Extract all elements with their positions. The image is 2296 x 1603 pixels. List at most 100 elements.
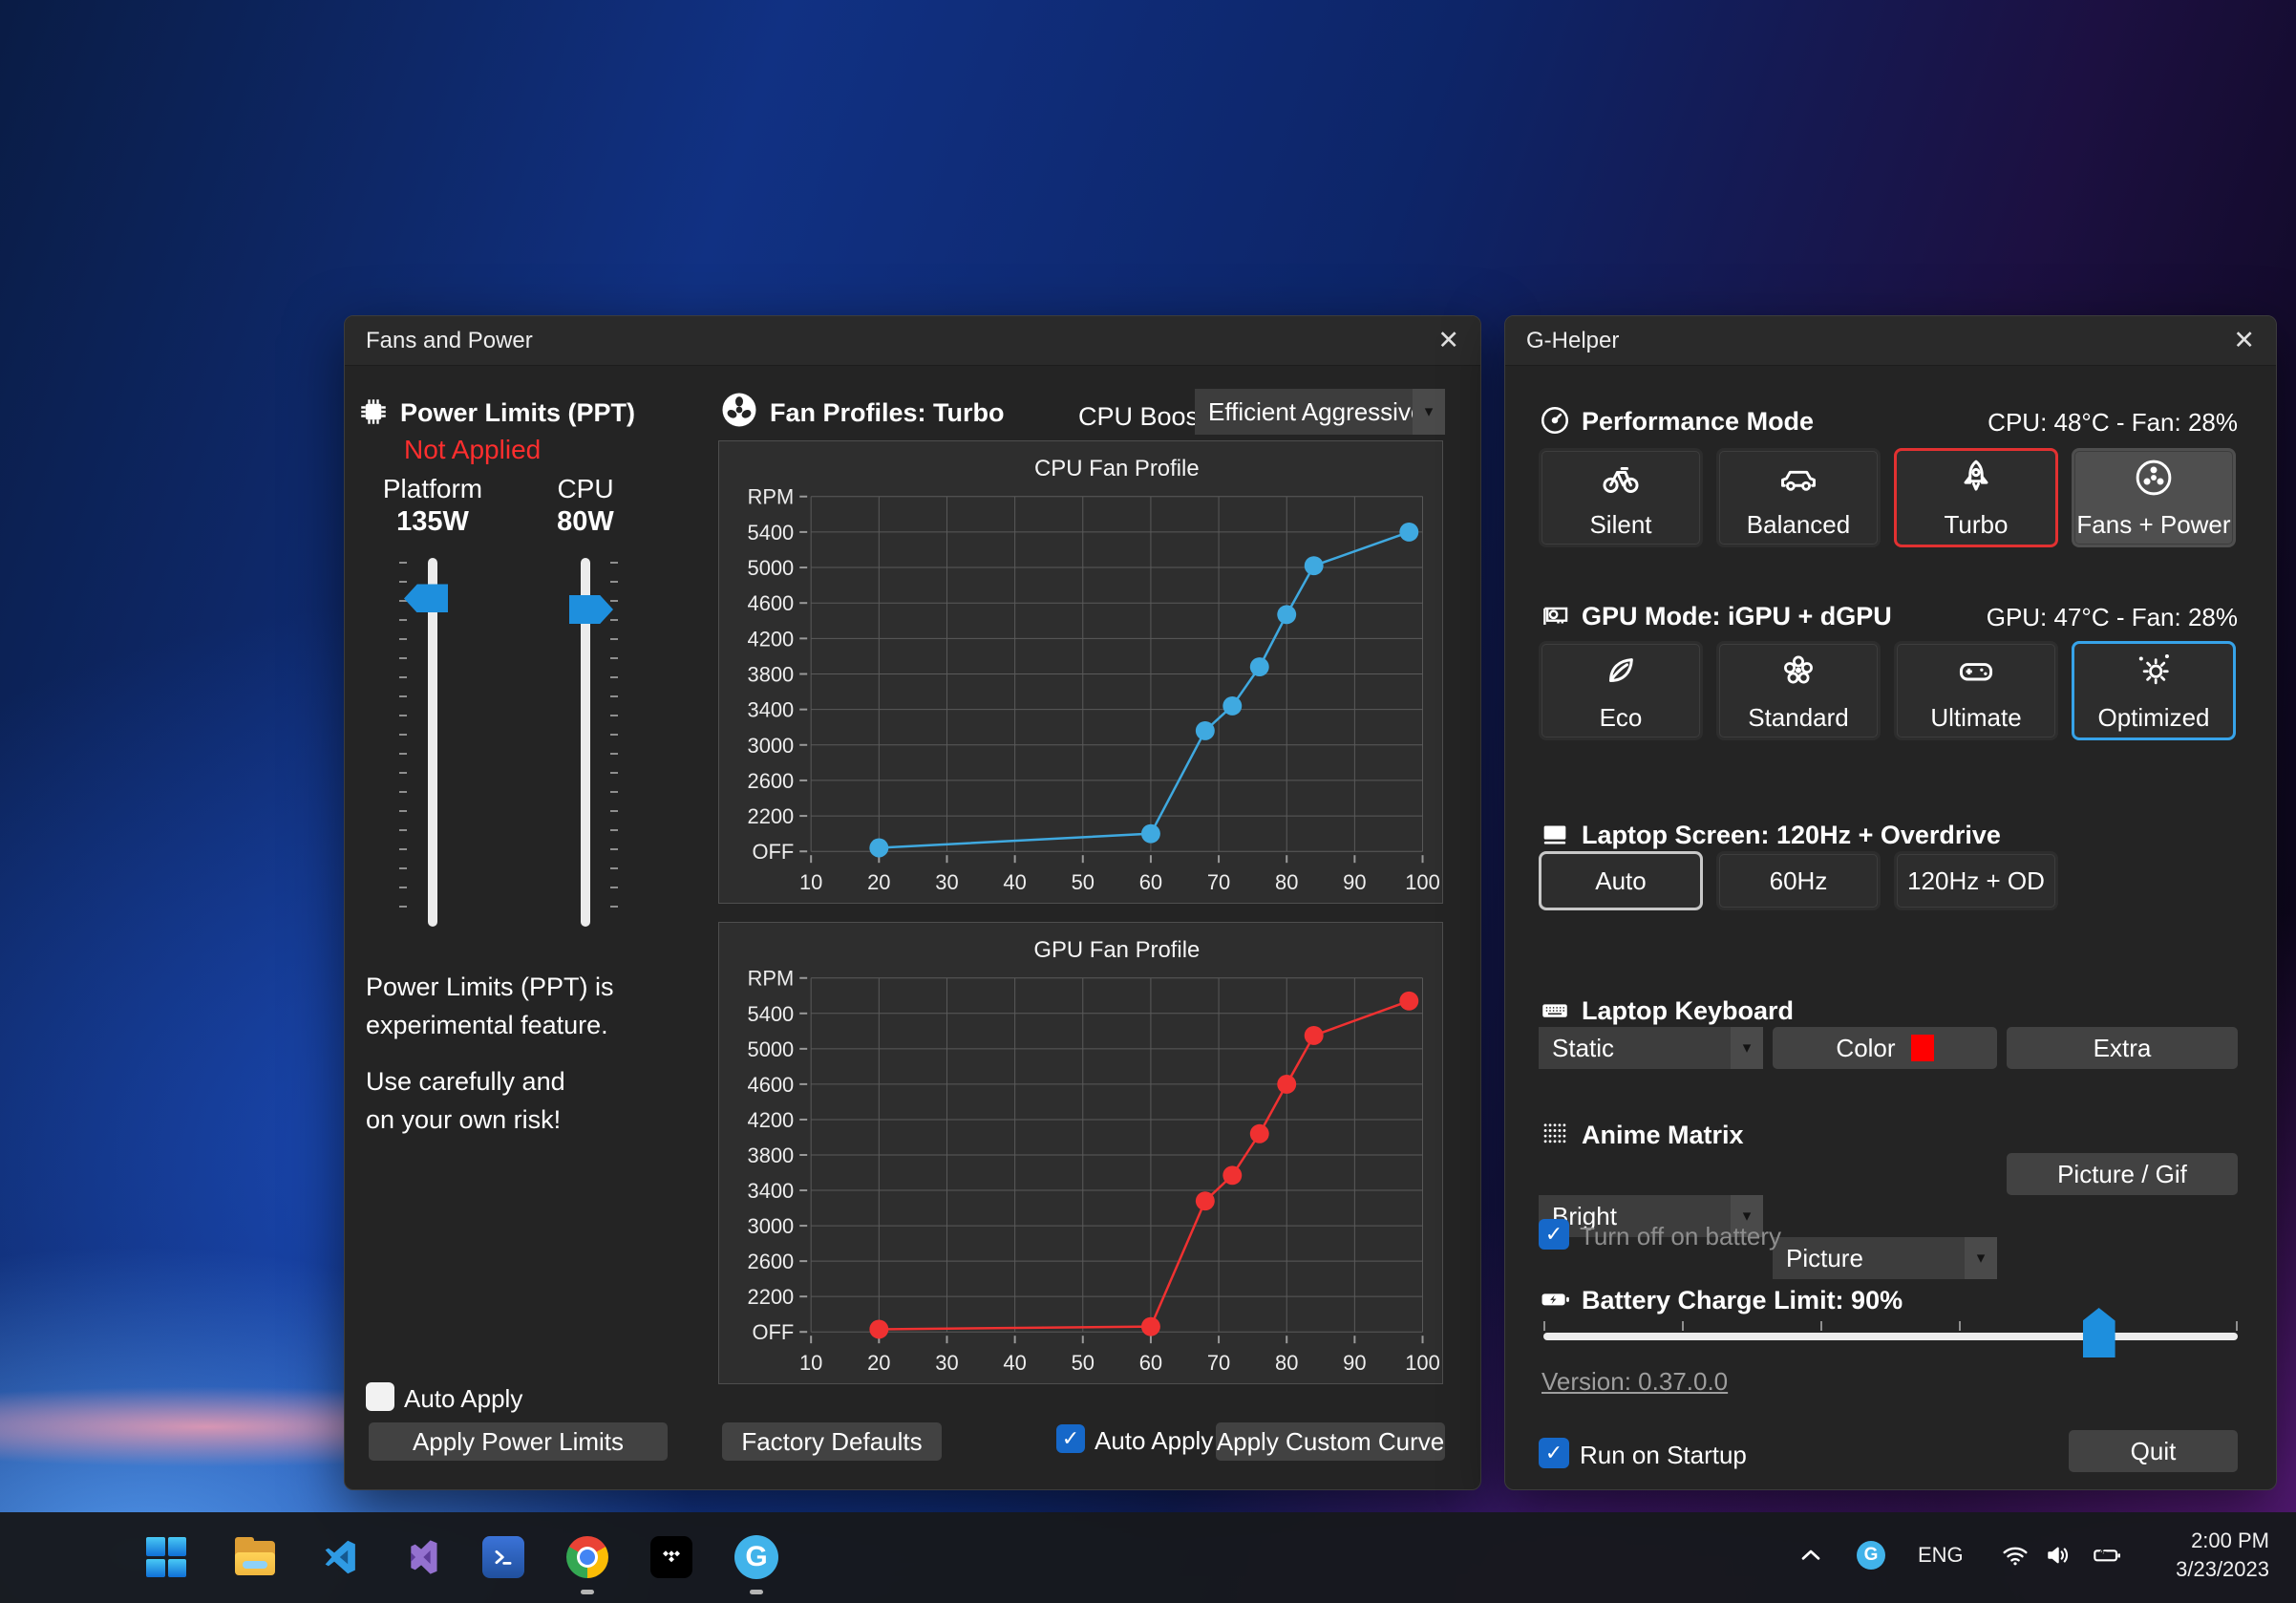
svg-text:RPM: RPM	[748, 967, 795, 991]
keyboard-icon	[1539, 994, 1571, 1026]
tray-language-label[interactable]: ENG	[1918, 1543, 1964, 1568]
matrix-battery-checkbox[interactable]: ✓	[1539, 1219, 1569, 1250]
platform-slider-track[interactable]	[428, 558, 437, 927]
keyboard-color-button[interactable]: Color	[1773, 1027, 1997, 1069]
close-icon[interactable]: ✕	[1437, 328, 1459, 353]
close-icon[interactable]: ✕	[2233, 328, 2255, 353]
svg-text:5400: 5400	[748, 521, 795, 545]
optimized-icon	[2133, 650, 2175, 692]
gpu-mode-button-standard[interactable]: Standard	[1716, 641, 1881, 740]
fans-window-titlebar[interactable]: Fans and Power ✕	[345, 316, 1480, 366]
matrix-running-select[interactable]: Picture ▾	[1773, 1237, 1997, 1279]
mode-button-balanced[interactable]: Balanced	[1716, 448, 1881, 547]
power-limits-note-2: Use carefully and on your own risk!	[366, 1062, 691, 1139]
gpu-mode-button-eco[interactable]: Eco	[1539, 641, 1703, 740]
bicycle-icon	[1600, 457, 1642, 499]
power-limits-note-1: Power Limits (PPT) is experimental featu…	[366, 968, 691, 1044]
cpu-chip-icon	[356, 395, 391, 429]
power-auto-apply-checkbox[interactable]	[366, 1382, 394, 1411]
platform-slider-ticks	[399, 562, 407, 923]
keyboard-extra-button[interactable]: Extra	[2007, 1027, 2238, 1069]
tidal-icon	[650, 1536, 692, 1578]
tray-clock[interactable]: 2:00 PM 3/23/2023	[2176, 1527, 2269, 1584]
screen-option-auto[interactable]: Auto	[1539, 851, 1703, 910]
cpu-boost-select[interactable]: Efficient Aggressive ▾	[1195, 389, 1445, 435]
tile-label: Fans + Power	[2076, 510, 2230, 540]
tray-ghelper-icon[interactable]: G	[1857, 1541, 1885, 1570]
platform-slider-handle[interactable]	[404, 584, 448, 612]
run-on-startup-checkbox[interactable]: ✓	[1539, 1438, 1569, 1468]
svg-text:90: 90	[1343, 1351, 1366, 1375]
gpu-card-icon	[1539, 599, 1571, 631]
cpu-boost-label: CPU Boost	[1078, 402, 1206, 432]
svg-text:3000: 3000	[748, 1214, 795, 1238]
battery-icon	[1539, 1283, 1571, 1315]
cpu-slider-ticks	[610, 562, 618, 923]
chevron-down-icon[interactable]: ▾	[1965, 1237, 1997, 1279]
battery-charging-icon[interactable]	[2090, 1540, 2124, 1571]
battery-slider-track[interactable]	[1543, 1333, 2238, 1340]
chevron-down-icon[interactable]: ▾	[1413, 389, 1445, 435]
wifi-icon[interactable]	[2000, 1540, 2030, 1571]
svg-text:70: 70	[1207, 1351, 1230, 1375]
mode-button-turbo[interactable]: Turbo	[1894, 448, 2058, 547]
keyboard-mode-select[interactable]: Static ▾	[1539, 1027, 1763, 1069]
factory-defaults-button[interactable]: Factory Defaults	[722, 1422, 942, 1461]
version-link[interactable]: Version: 0.37.0.0	[1541, 1367, 1728, 1397]
rocket-icon	[1955, 457, 1997, 499]
mode-button-fans-power[interactable]: Fans + Power	[2072, 448, 2236, 547]
visual-studio-icon	[400, 1535, 444, 1579]
screen-option-120hz-od[interactable]: 120Hz + OD	[1894, 851, 2058, 910]
taskbar-vscode-button[interactable]	[308, 1527, 370, 1588]
vscode-icon	[317, 1535, 361, 1579]
matrix-picture-gif-button[interactable]: Picture / Gif	[2007, 1153, 2238, 1195]
chevron-down-icon[interactable]: ▾	[1731, 1027, 1763, 1069]
svg-text:3800: 3800	[748, 1143, 795, 1167]
tile-label: Auto	[1595, 866, 1647, 896]
quit-button[interactable]: Quit	[2069, 1430, 2238, 1472]
gpu-fan-chart-panel[interactable]: 102030405060708090100OFF2200260030003400…	[718, 922, 1443, 1384]
speaker-icon[interactable]	[2044, 1540, 2074, 1571]
screen-option-60hz[interactable]: 60Hz	[1716, 851, 1881, 910]
gpu-mode-button-ultimate[interactable]: Ultimate	[1894, 641, 2058, 740]
anime-matrix-icon	[1539, 1118, 1571, 1150]
cpu-slider-handle[interactable]	[569, 595, 613, 624]
battery-slider-handle[interactable]	[2083, 1308, 2115, 1357]
svg-text:100: 100	[1405, 870, 1440, 894]
svg-text:2600: 2600	[748, 769, 795, 793]
platform-label: Platform	[375, 474, 490, 504]
gpu-mode-button-optimized[interactable]: Optimized	[2072, 641, 2236, 740]
gpu-temp-status: GPU: 47°C - Fan: 28%	[1987, 603, 2238, 632]
tile-label: Eco	[1600, 703, 1643, 733]
flower-icon	[1777, 650, 1819, 692]
tray-chevron-up-icon[interactable]	[1796, 1540, 1826, 1571]
taskbar-ghelper-button[interactable]: G	[726, 1527, 787, 1588]
svg-text:90: 90	[1343, 870, 1366, 894]
battery-slider-ticks	[1543, 1321, 2238, 1331]
svg-text:50: 50	[1072, 1351, 1095, 1375]
taskbar-tidal-button[interactable]	[641, 1527, 702, 1588]
tile-label: 120Hz + OD	[1907, 866, 2045, 896]
tile-label: Silent	[1589, 510, 1651, 540]
g-helper-icon: G	[734, 1535, 778, 1579]
platform-value: 135W	[375, 506, 490, 538]
svg-text:60: 60	[1139, 1351, 1162, 1375]
cpu-fan-chart-panel[interactable]: 102030405060708090100OFF2200260030003400…	[718, 440, 1443, 904]
taskbar-start-button[interactable]	[136, 1527, 197, 1588]
apply-custom-curve-button[interactable]: Apply Custom Curve	[1216, 1422, 1445, 1461]
cpu-fan-chart: 102030405060708090100OFF2200260030003400…	[719, 441, 1442, 903]
mode-button-silent[interactable]: Silent	[1539, 448, 1703, 547]
svg-text:40: 40	[1003, 1351, 1026, 1375]
run-on-startup-label: Run on Startup	[1580, 1441, 1747, 1470]
ghelper-titlebar[interactable]: G-Helper ✕	[1505, 316, 2276, 366]
laptop-keyboard-header: Laptop Keyboard	[1582, 996, 1794, 1026]
taskbar-visual-studio-button[interactable]	[392, 1527, 453, 1588]
curve-auto-apply-checkbox[interactable]: ✓	[1056, 1424, 1085, 1453]
svg-text:30: 30	[935, 1351, 958, 1375]
svg-text:5000: 5000	[748, 556, 795, 580]
svg-text:4600: 4600	[748, 1073, 795, 1097]
taskbar-chrome-button[interactable]	[557, 1527, 618, 1588]
taskbar-terminal-button[interactable]	[473, 1527, 534, 1588]
apply-power-limits-button[interactable]: Apply Power Limits	[369, 1422, 668, 1461]
taskbar-file-explorer-button[interactable]	[224, 1527, 286, 1588]
